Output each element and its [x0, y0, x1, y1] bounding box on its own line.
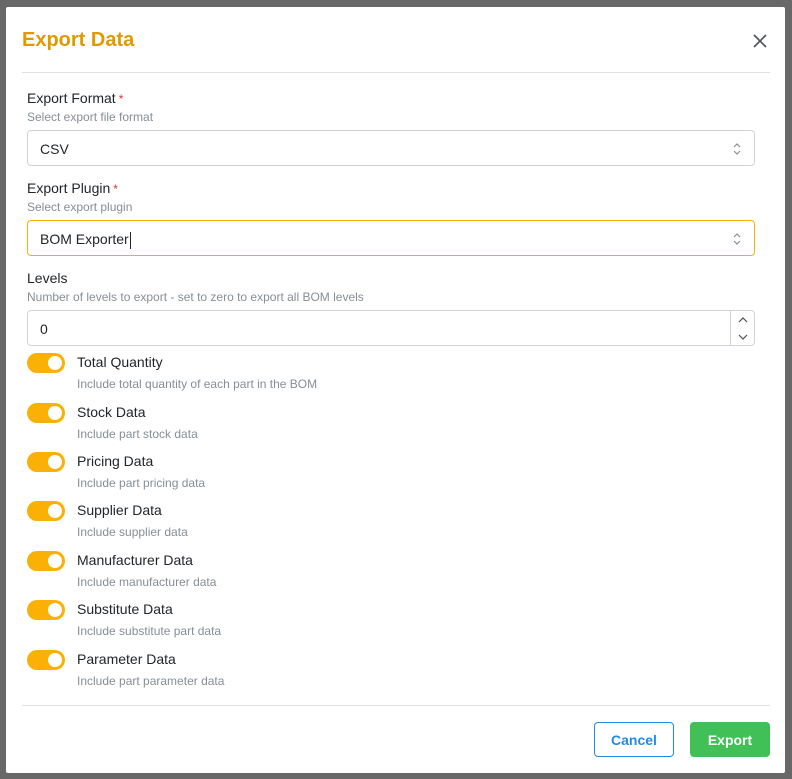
export-format-description: Select export file format — [27, 110, 154, 124]
toggle-label: Pricing Data — [77, 453, 154, 469]
cancel-button[interactable]: Cancel — [594, 722, 674, 757]
levels-value: 0 — [40, 321, 48, 337]
levels-description: Number of levels to export - set to zero… — [27, 290, 364, 304]
toggle-thumb — [48, 406, 62, 420]
toggle-switch[interactable] — [27, 353, 65, 373]
toggle-label: Parameter Data — [77, 651, 176, 667]
toggle-label: Stock Data — [77, 404, 146, 420]
levels-number-input[interactable]: 0 — [27, 310, 755, 346]
toggle-switch[interactable] — [27, 600, 65, 620]
export-format-select[interactable]: CSV — [27, 130, 755, 166]
toggle-label: Total Quantity — [77, 354, 163, 370]
toggle-description: Include substitute part data — [77, 624, 222, 638]
export-format-value: CSV — [40, 141, 69, 157]
toggle-switch[interactable] — [27, 452, 65, 472]
text-cursor — [129, 231, 131, 249]
toggle-stock-data: Stock Data Include part stock data — [27, 403, 727, 443]
export-format-field: Export Format * Select export file format… — [27, 90, 755, 166]
chevron-updown-icon — [733, 233, 741, 245]
toggle-description: Include manufacturer data — [77, 575, 217, 589]
header-divider — [22, 72, 770, 73]
export-plugin-field: Export Plugin * Select export plugin BOM … — [27, 180, 755, 256]
chevron-up-icon — [738, 316, 747, 322]
levels-label: Levels — [27, 270, 68, 286]
toggle-thumb — [48, 653, 62, 667]
toggle-label: Substitute Data — [77, 601, 173, 617]
toggle-thumb — [48, 504, 62, 518]
export-plugin-description: Select export plugin — [27, 200, 133, 214]
export-format-label: Export Format — [27, 90, 116, 106]
toggle-description: Include part stock data — [77, 427, 198, 441]
toggle-total-quantity: Total Quantity Include total quantity of… — [27, 353, 727, 393]
toggle-parameter-data: Parameter Data Include part parameter da… — [27, 650, 727, 690]
toggle-label: Manufacturer Data — [77, 552, 193, 568]
footer-divider — [22, 705, 770, 706]
toggle-thumb — [48, 455, 62, 469]
export-plugin-select[interactable]: BOM Exporter — [27, 220, 755, 256]
decrement-button[interactable] — [731, 328, 754, 345]
chevron-down-icon — [738, 334, 747, 340]
export-plugin-label: Export Plugin — [27, 180, 111, 196]
levels-field: Levels Number of levels to export - set … — [27, 270, 755, 346]
chevron-updown-icon — [733, 143, 741, 155]
toggle-description: Include supplier data — [77, 525, 188, 539]
toggle-description: Include part pricing data — [77, 476, 206, 490]
toggle-description: Include total quantity of each part in t… — [77, 377, 318, 391]
toggle-switch[interactable] — [27, 403, 65, 423]
modal-title: Export Data — [22, 29, 135, 51]
required-marker: * — [118, 92, 124, 106]
toggle-switch[interactable] — [27, 551, 65, 571]
export-data-modal: Export Data Export Format * Select export… — [6, 7, 785, 773]
toggle-thumb — [48, 356, 62, 370]
toggle-switch[interactable] — [27, 650, 65, 670]
close-icon[interactable] — [750, 31, 770, 51]
toggle-label: Supplier Data — [77, 502, 162, 518]
export-button[interactable]: Export — [690, 722, 770, 757]
toggle-switch[interactable] — [27, 501, 65, 521]
increment-button[interactable] — [731, 311, 754, 328]
toggle-substitute-data: Substitute Data Include substitute part … — [27, 600, 727, 640]
toggle-supplier-data: Supplier Data Include supplier data — [27, 501, 727, 541]
toggle-manufacturer-data: Manufacturer Data Include manufacturer d… — [27, 551, 727, 591]
levels-stepper — [730, 311, 754, 345]
toggle-thumb — [48, 554, 62, 568]
toggle-pricing-data: Pricing Data Include part pricing data — [27, 452, 727, 492]
toggle-thumb — [48, 603, 62, 617]
required-marker: * — [113, 182, 118, 196]
toggle-description: Include part parameter data — [77, 674, 225, 688]
export-plugin-value: BOM Exporter — [40, 231, 129, 247]
